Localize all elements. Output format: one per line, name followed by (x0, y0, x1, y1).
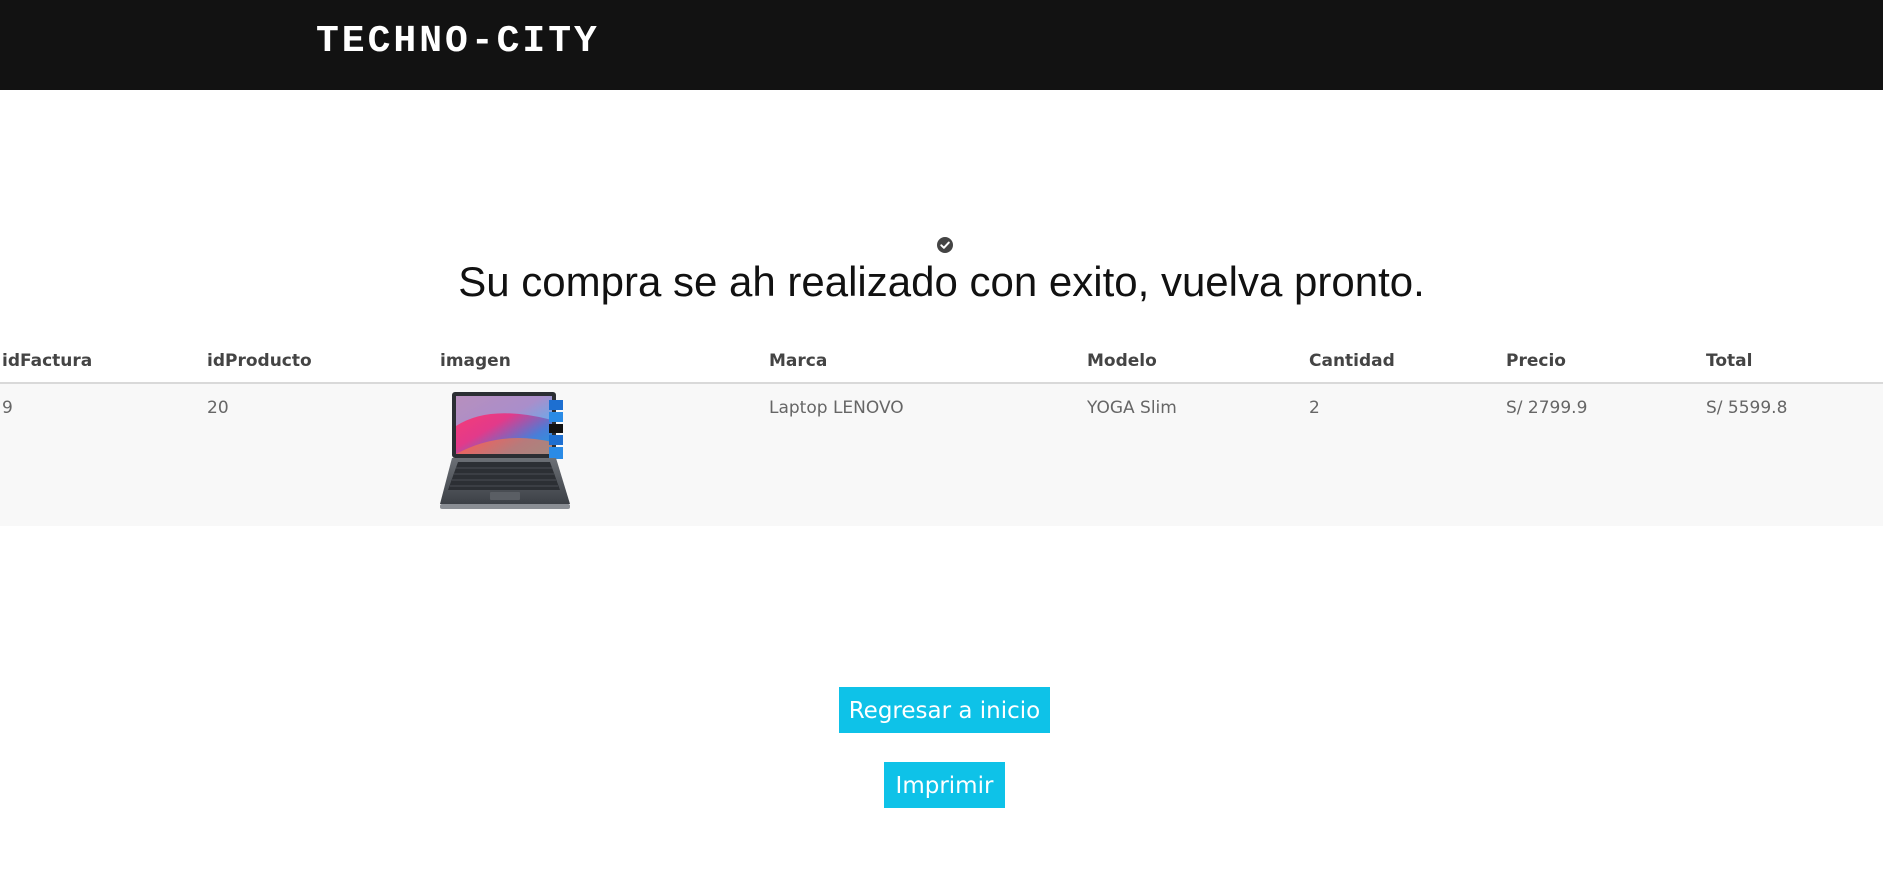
column-header-idproducto: idProducto (205, 340, 438, 384)
check-circle-icon (937, 237, 953, 253)
cell-marca: Laptop LENOVO (767, 383, 1085, 526)
cell-precio: S/ 2799.9 (1504, 383, 1704, 526)
success-message: Su compra se ah realizado con exito, vue… (458, 258, 1425, 305)
brand-logo[interactable]: TECHNO-CITY (316, 22, 600, 62)
column-header-cantidad: Cantidad (1307, 340, 1504, 384)
column-header-marca: Marca (767, 340, 1085, 384)
cell-modelo: YOGA Slim (1085, 383, 1307, 526)
cell-total: S/ 5599.8 (1704, 383, 1883, 526)
print-button[interactable]: Imprimir (884, 762, 1005, 808)
cell-idproducto: 20 (205, 383, 438, 526)
column-header-total: Total (1704, 340, 1883, 384)
column-header-imagen: imagen (438, 340, 767, 384)
cell-imagen (438, 383, 767, 526)
laptop-image (440, 392, 570, 509)
cell-idfactura: 9 (0, 383, 205, 526)
invoice-table: idFactura idProducto imagen Marca Modelo… (0, 340, 1883, 526)
back-to-home-button[interactable]: Regresar a inicio (839, 687, 1050, 733)
table-row: 9 20 Laptop LENOVO YOGA Slim 2 S/ 2799.9… (0, 383, 1883, 526)
top-navbar: TECHNO-CITY (0, 0, 1883, 90)
column-header-precio: Precio (1504, 340, 1704, 384)
table-header-row: idFactura idProducto imagen Marca Modelo… (0, 340, 1883, 384)
column-header-idfactura: idFactura (0, 340, 205, 384)
cell-cantidad: 2 (1307, 383, 1504, 526)
column-header-modelo: Modelo (1085, 340, 1307, 384)
